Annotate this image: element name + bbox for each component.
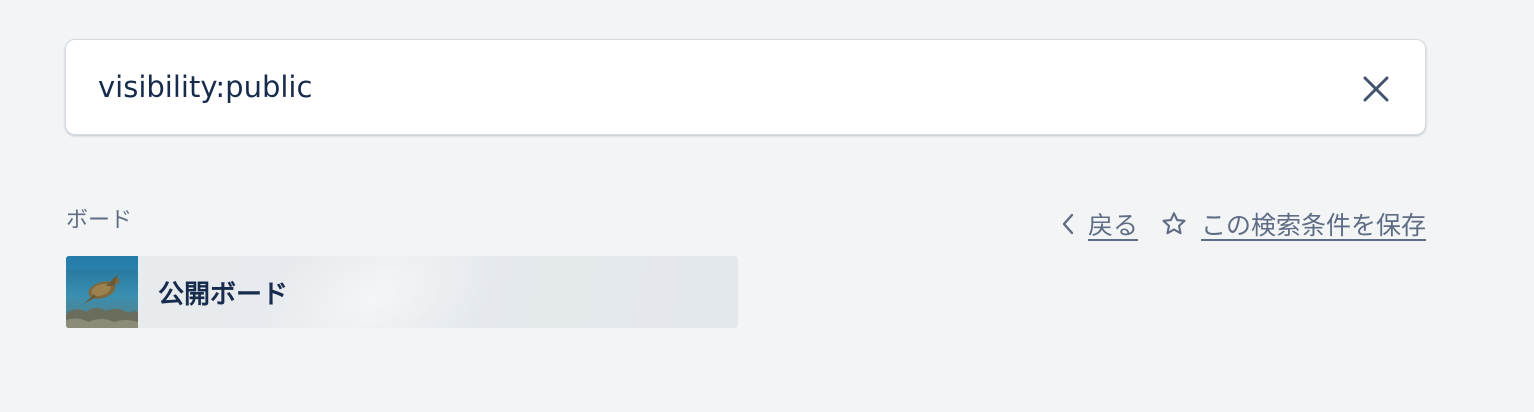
sea-turtle-underwater-image xyxy=(66,256,138,328)
star-outline-icon xyxy=(1160,210,1188,238)
board-tile[interactable]: 公開ボード xyxy=(66,256,738,328)
save-search-link[interactable]: この検索条件を保存 xyxy=(1160,206,1426,242)
save-search-link-label[interactable]: この検索条件を保存 xyxy=(1201,206,1426,242)
search-actions: 戻る この検索条件を保存 xyxy=(1061,206,1426,242)
board-title: 公開ボード xyxy=(158,279,289,310)
search-box[interactable] xyxy=(65,39,1426,135)
search-input[interactable] xyxy=(98,40,1298,134)
back-link[interactable]: 戻る xyxy=(1061,206,1138,242)
close-icon xyxy=(1362,75,1390,103)
back-link-label[interactable]: 戻る xyxy=(1088,206,1138,242)
chevron-left-icon xyxy=(1061,212,1075,236)
section-label-boards: ボード xyxy=(66,208,133,233)
clear-search-button[interactable] xyxy=(1356,69,1396,109)
